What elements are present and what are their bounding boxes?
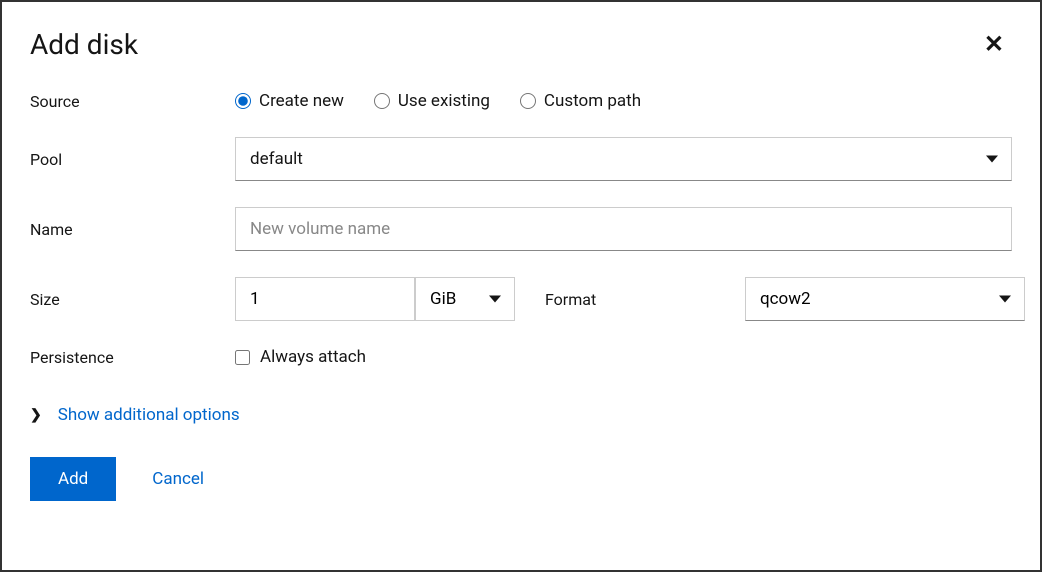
radio-use-existing[interactable]: Use existing: [374, 91, 490, 111]
pool-label: Pool: [30, 150, 235, 169]
pool-select-wrapper: default: [235, 137, 1012, 181]
pool-select[interactable]: default: [235, 137, 1012, 181]
radio-use-existing-label: Use existing: [398, 91, 490, 111]
size-format-row: Size GiB Format qcow2: [30, 277, 1012, 321]
close-button[interactable]: ✕: [976, 26, 1012, 63]
source-row: Source Create new Use existing Custom pa…: [30, 91, 1012, 111]
add-disk-modal: Add disk ✕ Source Create new Use existin…: [0, 0, 1042, 572]
size-unit-wrapper: GiB: [415, 277, 515, 321]
modal-footer: Add Cancel: [30, 457, 1012, 501]
format-label: Format: [545, 290, 745, 309]
modal-title: Add disk: [30, 28, 138, 61]
name-row: Name: [30, 207, 1012, 251]
always-attach-input[interactable]: [235, 350, 250, 365]
modal-header: Add disk ✕: [30, 26, 1012, 63]
format-select[interactable]: qcow2: [745, 277, 1025, 321]
persistence-row: Persistence Always attach: [30, 347, 1012, 367]
radio-create-new-input[interactable]: [235, 93, 251, 109]
additional-options-label: Show additional options: [58, 405, 240, 425]
size-format-controls: GiB Format qcow2: [235, 277, 1025, 321]
source-label: Source: [30, 92, 235, 111]
radio-create-new-label: Create new: [259, 91, 344, 111]
always-attach-label: Always attach: [260, 347, 366, 367]
source-radio-group: Create new Use existing Custom path: [235, 91, 1012, 111]
name-input[interactable]: [235, 207, 1012, 251]
pool-control: default: [235, 137, 1012, 181]
format-select-wrapper: qcow2: [745, 277, 1025, 321]
radio-custom-path-input[interactable]: [520, 93, 536, 109]
close-icon: ✕: [984, 31, 1004, 58]
cancel-button[interactable]: Cancel: [152, 469, 204, 489]
additional-options-expander[interactable]: ❯ Show additional options: [30, 405, 1012, 425]
radio-custom-path[interactable]: Custom path: [520, 91, 641, 111]
name-control: [235, 207, 1012, 251]
size-input-group: GiB: [235, 277, 515, 321]
radio-custom-path-label: Custom path: [544, 91, 641, 111]
size-label: Size: [30, 290, 235, 309]
always-attach-checkbox[interactable]: Always attach: [235, 347, 366, 367]
radio-create-new[interactable]: Create new: [235, 91, 344, 111]
persistence-label: Persistence: [30, 348, 235, 367]
size-unit-select[interactable]: GiB: [415, 277, 515, 321]
size-input[interactable]: [235, 277, 415, 321]
chevron-right-icon: ❯: [30, 407, 42, 423]
persistence-control: Always attach: [235, 347, 1012, 367]
name-label: Name: [30, 220, 235, 239]
radio-use-existing-input[interactable]: [374, 93, 390, 109]
add-button[interactable]: Add: [30, 457, 116, 501]
pool-row: Pool default: [30, 137, 1012, 181]
